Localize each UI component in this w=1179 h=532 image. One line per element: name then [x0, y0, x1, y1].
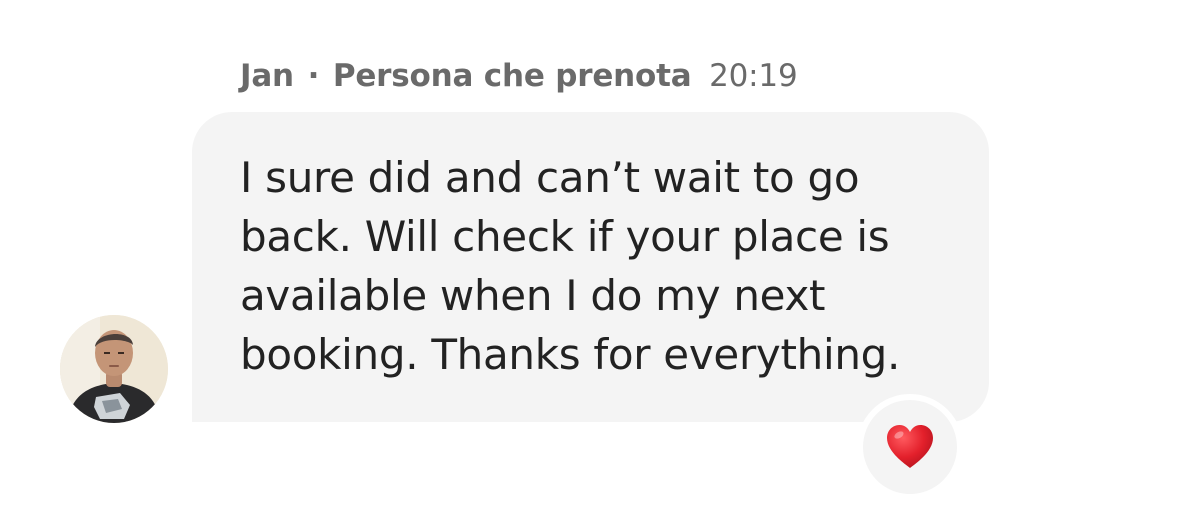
meta-separator: · [307, 58, 320, 94]
user-avatar-image [60, 315, 168, 423]
heart-icon [887, 425, 933, 468]
message-bubble[interactable]: I sure did and can’t wait to go back. Wi… [192, 112, 989, 422]
message-time: 20:19 [709, 58, 798, 94]
message-meta: Jan · Persona che prenota 20:19 [240, 56, 798, 96]
sender-role: Persona che prenota [332, 58, 692, 94]
message-text: I sure did and can’t wait to go back. Wi… [240, 153, 901, 379]
avatar[interactable] [60, 315, 168, 423]
reaction-badge[interactable] [857, 394, 963, 500]
sender-name: Jan [240, 58, 294, 94]
